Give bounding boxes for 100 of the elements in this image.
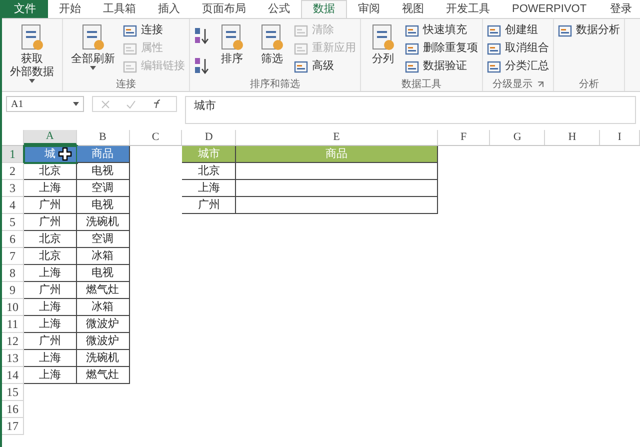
table-cell: 上海 (24, 265, 77, 282)
row-header[interactable]: 5 (2, 214, 24, 231)
table-cell: 北京 (182, 163, 236, 180)
command-icon (405, 24, 419, 36)
table-cell: 洗碗机 (76, 350, 130, 367)
row-header[interactable]: 17 (2, 418, 24, 435)
table-cell: 广州 (182, 197, 236, 214)
row-header[interactable]: 2 (2, 163, 24, 180)
ribbon-large-button[interactable]: 筛选 (254, 23, 290, 66)
ribbon-small-button[interactable]: 快速填充 (405, 23, 478, 38)
table-cell: 燃气灶 (76, 282, 130, 299)
file-tab[interactable]: 文件 (2, 0, 48, 18)
group-label: 数据工具 (402, 78, 442, 92)
caret-icon[interactable] (73, 102, 79, 106)
ribbon-small-button[interactable]: 删除重复项 (405, 41, 478, 56)
table-cell: 广州 (24, 197, 77, 214)
ribbon-small-button[interactable]: 取消组合 (487, 41, 549, 56)
ribbon-tab[interactable]: 审阅 (347, 0, 391, 18)
caret-icon[interactable] (29, 79, 35, 83)
ribbon-small-button[interactable]: 数据分析 (558, 23, 620, 38)
function-icon[interactable] (152, 99, 163, 109)
sign-in-link[interactable]: 登录 (602, 0, 640, 18)
column-header[interactable]: C (130, 130, 182, 145)
ribbon-tab[interactable]: 工具箱 (92, 0, 147, 18)
column-header[interactable]: F (438, 130, 490, 145)
command-icon (123, 60, 137, 72)
header-cell: 商品 (76, 146, 130, 163)
ribbon-tab[interactable]: 页面布局 (191, 0, 257, 18)
formula-field[interactable]: 城市 (185, 96, 636, 124)
command-icon (405, 42, 419, 54)
row-header[interactable]: 10 (2, 299, 24, 316)
row-header[interactable]: 14 (2, 367, 24, 384)
ribbon-tab[interactable]: 开始 (48, 0, 92, 18)
group-label: 连接 (116, 78, 136, 92)
ribbon-small-button[interactable]: 分类汇总 (487, 59, 549, 74)
table-cell: 空调 (76, 180, 130, 197)
command-icon (558, 24, 572, 36)
table-cell: 电视 (76, 163, 130, 180)
row-header[interactable]: 9 (2, 282, 24, 299)
ribbon-small-button[interactable]: 数据验证 (405, 59, 478, 74)
table-cell: 微波炉 (76, 316, 130, 333)
table-cell: 上海 (24, 367, 77, 384)
command-icon (487, 60, 501, 72)
table-cell: 微波炉 (76, 333, 130, 350)
command-icon (123, 24, 137, 36)
row-header[interactable]: 16 (2, 401, 24, 418)
row-header[interactable]: 4 (2, 197, 24, 214)
table-cell: 广州 (24, 214, 77, 231)
column-header[interactable]: I (600, 130, 640, 145)
ribbon-tab[interactable]: 数据 (301, 0, 347, 18)
column-header[interactable]: G (490, 130, 546, 145)
table-cell: 上海 (24, 350, 77, 367)
ribbon-tab[interactable]: 插入 (147, 0, 191, 18)
sort-descending-icon[interactable] (194, 57, 210, 75)
ribbon-large-button[interactable]: 全部刷新 (67, 23, 119, 66)
ribbon-large-button[interactable]: 获取 外部数据 (6, 23, 58, 79)
row-header[interactable]: 11 (2, 316, 24, 333)
ribbon-tab[interactable]: 视图 (391, 0, 435, 18)
dialog-launcher-icon[interactable] (536, 80, 544, 88)
group-label: 分析 (579, 78, 599, 92)
table-cell: 上海 (24, 316, 77, 333)
table-cell: 燃气灶 (76, 367, 130, 384)
row-header[interactable]: 15 (2, 384, 24, 401)
row-header[interactable]: 8 (2, 265, 24, 282)
ribbon-small-button[interactable]: 高级 (294, 59, 356, 74)
ribbon-large-button[interactable]: 排序 (214, 23, 250, 66)
ribbon-large-button[interactable]: 分列 (365, 23, 401, 66)
column-header[interactable]: H (545, 130, 600, 145)
row-header[interactable]: 3 (2, 180, 24, 197)
ribbon-small-button[interactable]: 创建组 (487, 23, 549, 38)
table-cell: 北京 (24, 231, 77, 248)
ribbon-tab[interactable]: 开发工具 (435, 0, 501, 18)
ribbon-tab[interactable]: POWERPIVOT (501, 0, 598, 18)
row-header[interactable]: 13 (2, 350, 24, 367)
cursor-icon (58, 147, 72, 161)
row-header[interactable]: 12 (2, 333, 24, 350)
table-cell: 冰箱 (76, 299, 130, 316)
row-header[interactable]: 6 (2, 231, 24, 248)
table-cell: 北京 (24, 163, 77, 180)
ribbon-small-button[interactable]: 连接 (123, 23, 185, 38)
table-cell: 上海 (182, 180, 236, 197)
table-cell: 冰箱 (76, 248, 130, 265)
command-icon (294, 60, 308, 72)
table-cell: 空调 (76, 231, 130, 248)
table-cell: 北京 (24, 248, 77, 265)
column-header[interactable]: E (236, 130, 438, 145)
table-cell: 广州 (24, 333, 77, 350)
group-label: 分级显示 (492, 78, 532, 92)
command-icon (294, 24, 308, 36)
group-label: 排序和筛选 (250, 78, 300, 92)
caret-icon[interactable] (90, 66, 96, 70)
name-box[interactable]: A1 (11, 96, 24, 112)
command-icon (294, 42, 308, 54)
row-header[interactable]: 1 (2, 146, 24, 163)
sort-ascending-icon[interactable] (194, 27, 210, 45)
column-header[interactable]: D (182, 130, 236, 145)
table-cell: 上海 (24, 180, 77, 197)
ribbon-tab[interactable]: 公式 (257, 0, 301, 18)
column-header[interactable]: A (24, 130, 77, 145)
row-header[interactable]: 7 (2, 248, 24, 265)
